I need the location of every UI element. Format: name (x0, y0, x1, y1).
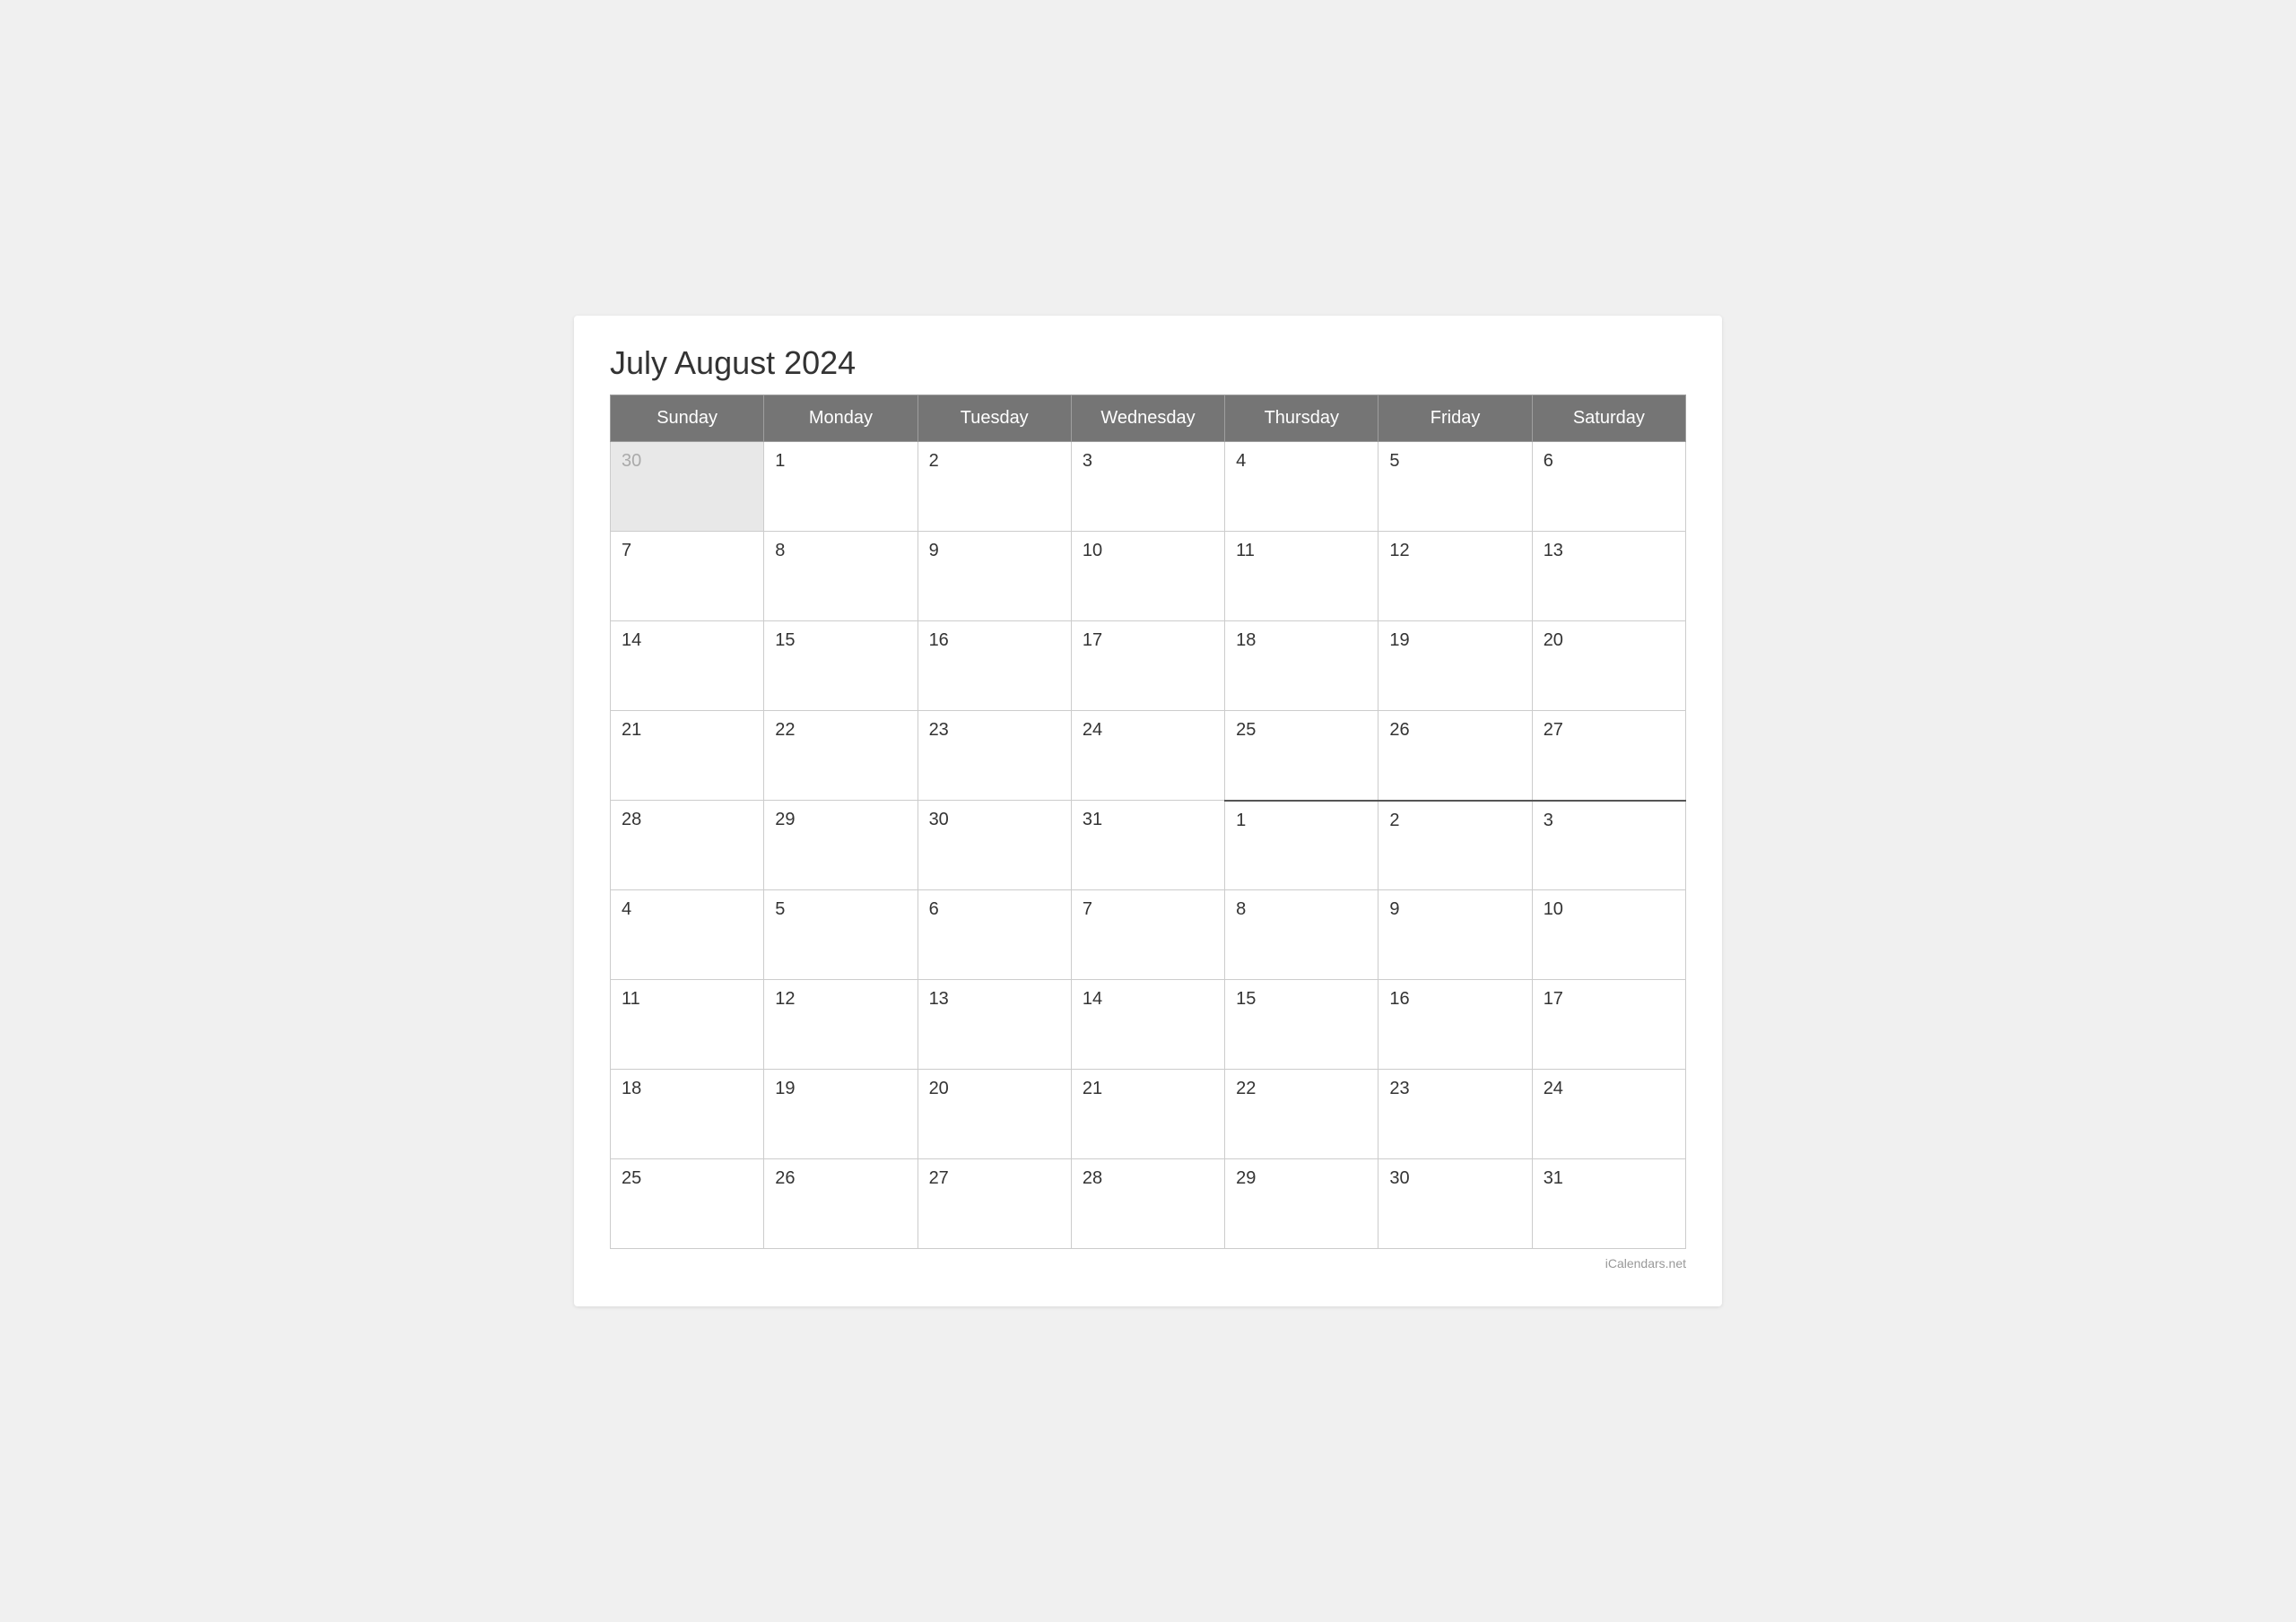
day-cell[interactable]: 6 (918, 890, 1071, 980)
day-cell[interactable]: 26 (1378, 711, 1532, 801)
day-cell[interactable]: 22 (764, 711, 918, 801)
header-cell-wednesday: Wednesday (1071, 395, 1224, 442)
day-cell[interactable]: 17 (1071, 621, 1224, 711)
week-row-7: 18192021222324 (611, 1070, 1686, 1159)
day-cell[interactable]: 13 (1532, 532, 1685, 621)
day-cell[interactable]: 31 (1071, 801, 1224, 890)
calendar-header: SundayMondayTuesdayWednesdayThursdayFrid… (611, 395, 1686, 442)
day-cell[interactable]: 20 (918, 1070, 1071, 1159)
day-cell[interactable]: 5 (764, 890, 918, 980)
day-cell[interactable]: 5 (1378, 442, 1532, 532)
day-cell[interactable]: 2 (1378, 801, 1532, 890)
day-cell[interactable]: 21 (611, 711, 764, 801)
day-cell[interactable]: 9 (918, 532, 1071, 621)
day-cell[interactable]: 8 (764, 532, 918, 621)
day-cell[interactable]: 27 (918, 1159, 1071, 1249)
day-cell[interactable]: 7 (611, 532, 764, 621)
calendar-container: July August 2024 SundayMondayTuesdayWedn… (574, 316, 1722, 1306)
week-row-8: 25262728293031 (611, 1159, 1686, 1249)
day-cell[interactable]: 30 (1378, 1159, 1532, 1249)
header-cell-saturday: Saturday (1532, 395, 1685, 442)
day-cell[interactable]: 1 (764, 442, 918, 532)
day-cell[interactable]: 28 (611, 801, 764, 890)
day-cell[interactable]: 15 (764, 621, 918, 711)
day-cell[interactable]: 18 (611, 1070, 764, 1159)
day-cell[interactable]: 9 (1378, 890, 1532, 980)
day-cell[interactable]: 12 (764, 980, 918, 1070)
day-cell[interactable]: 30 (918, 801, 1071, 890)
day-cell[interactable]: 10 (1071, 532, 1224, 621)
week-row-4: 28293031123 (611, 801, 1686, 890)
day-cell[interactable]: 3 (1071, 442, 1224, 532)
day-cell[interactable]: 25 (611, 1159, 764, 1249)
header-cell-monday: Monday (764, 395, 918, 442)
day-cell[interactable]: 19 (764, 1070, 918, 1159)
calendar-table: SundayMondayTuesdayWednesdayThursdayFrid… (610, 395, 1686, 1249)
watermark: iCalendars.net (610, 1256, 1686, 1271)
day-cell[interactable]: 17 (1532, 980, 1685, 1070)
day-cell[interactable]: 19 (1378, 621, 1532, 711)
header-cell-tuesday: Tuesday (918, 395, 1071, 442)
day-cell[interactable]: 10 (1532, 890, 1685, 980)
day-cell[interactable]: 18 (1225, 621, 1378, 711)
day-cell[interactable]: 24 (1071, 711, 1224, 801)
day-cell[interactable]: 20 (1532, 621, 1685, 711)
header-cell-friday: Friday (1378, 395, 1532, 442)
day-cell[interactable]: 31 (1532, 1159, 1685, 1249)
day-cell[interactable]: 22 (1225, 1070, 1378, 1159)
day-cell[interactable]: 28 (1071, 1159, 1224, 1249)
day-cell[interactable]: 15 (1225, 980, 1378, 1070)
day-cell[interactable]: 3 (1532, 801, 1685, 890)
week-row-1: 78910111213 (611, 532, 1686, 621)
day-cell[interactable]: 16 (918, 621, 1071, 711)
day-cell[interactable]: 6 (1532, 442, 1685, 532)
day-cell[interactable]: 25 (1225, 711, 1378, 801)
day-cell[interactable]: 23 (918, 711, 1071, 801)
week-row-2: 14151617181920 (611, 621, 1686, 711)
day-cell[interactable]: 29 (1225, 1159, 1378, 1249)
day-cell[interactable]: 27 (1532, 711, 1685, 801)
day-cell[interactable]: 11 (611, 980, 764, 1070)
week-row-6: 11121314151617 (611, 980, 1686, 1070)
day-cell[interactable]: 2 (918, 442, 1071, 532)
calendar-body: 3012345678910111213141516171819202122232… (611, 442, 1686, 1249)
day-cell[interactable]: 12 (1378, 532, 1532, 621)
day-cell[interactable]: 7 (1071, 890, 1224, 980)
week-row-5: 45678910 (611, 890, 1686, 980)
header-cell-thursday: Thursday (1225, 395, 1378, 442)
day-cell[interactable]: 13 (918, 980, 1071, 1070)
day-cell[interactable]: 14 (611, 621, 764, 711)
day-cell[interactable]: 8 (1225, 890, 1378, 980)
day-cell[interactable]: 14 (1071, 980, 1224, 1070)
calendar-title: July August 2024 (610, 344, 1686, 382)
header-row: SundayMondayTuesdayWednesdayThursdayFrid… (611, 395, 1686, 442)
day-cell[interactable]: 30 (611, 442, 764, 532)
day-cell[interactable]: 16 (1378, 980, 1532, 1070)
day-cell[interactable]: 29 (764, 801, 918, 890)
day-cell[interactable]: 24 (1532, 1070, 1685, 1159)
day-cell[interactable]: 23 (1378, 1070, 1532, 1159)
week-row-3: 21222324252627 (611, 711, 1686, 801)
week-row-0: 30123456 (611, 442, 1686, 532)
day-cell[interactable]: 1 (1225, 801, 1378, 890)
day-cell[interactable]: 26 (764, 1159, 918, 1249)
day-cell[interactable]: 4 (611, 890, 764, 980)
day-cell[interactable]: 21 (1071, 1070, 1224, 1159)
day-cell[interactable]: 11 (1225, 532, 1378, 621)
day-cell[interactable]: 4 (1225, 442, 1378, 532)
header-cell-sunday: Sunday (611, 395, 764, 442)
